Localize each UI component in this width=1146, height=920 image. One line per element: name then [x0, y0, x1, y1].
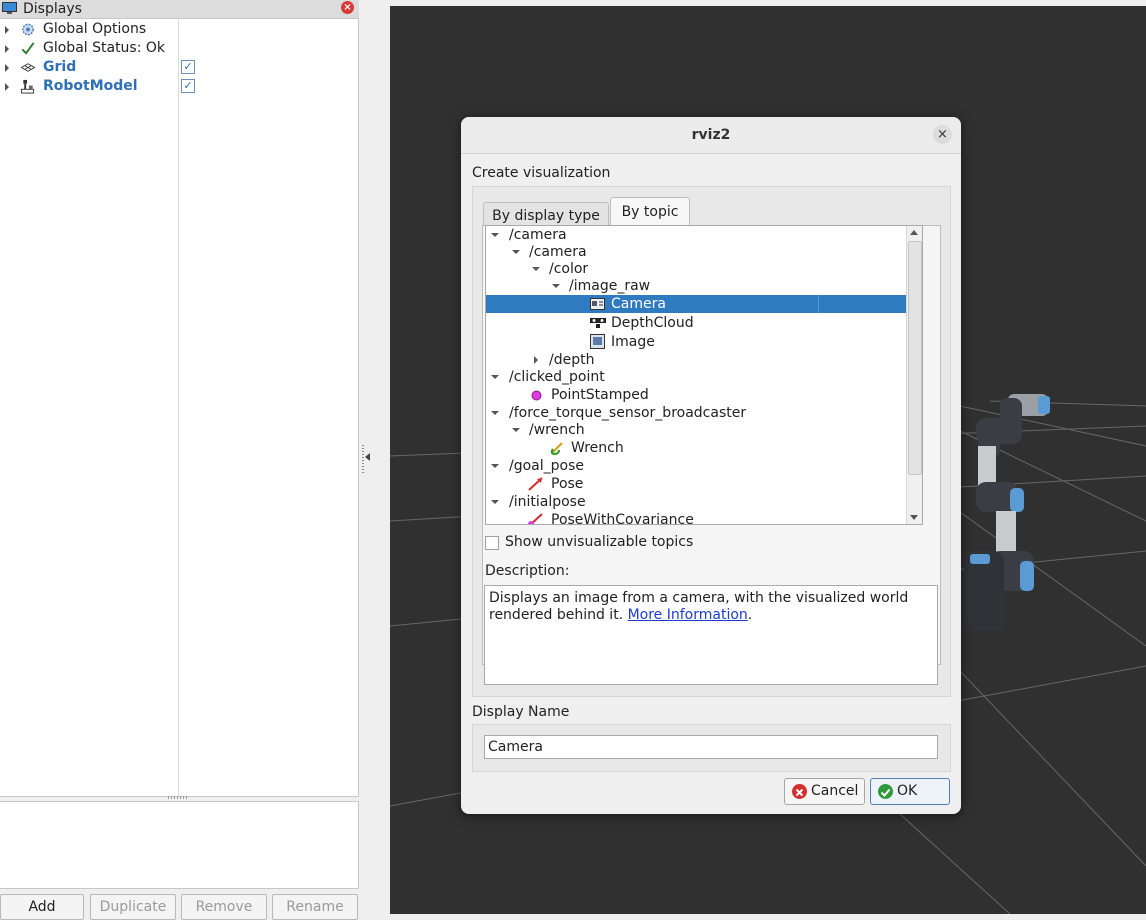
- topic-label: /force_torque_sensor_broadcaster: [509, 405, 747, 421]
- robotmodel-enabled-checkbox[interactable]: ✓: [181, 79, 195, 93]
- topic-tree[interactable]: /camera /camera /color /image_raw Camera: [485, 225, 923, 525]
- cancel-button[interactable]: Cancel: [784, 778, 865, 805]
- display-type-label: PointStamped: [551, 387, 649, 403]
- collapse-arrow-icon[interactable]: [365, 453, 370, 461]
- display-name-label: Display Name: [472, 704, 570, 720]
- splitter-handle[interactable]: [362, 445, 364, 473]
- ok-button[interactable]: OK: [870, 778, 950, 805]
- cancel-label: Cancel: [811, 783, 859, 799]
- pose-covariance-icon: [528, 513, 543, 524]
- display-name-input[interactable]: [484, 735, 938, 759]
- wrench-display-icon: [550, 442, 563, 455]
- expand-arrow-icon[interactable]: [5, 83, 9, 91]
- close-panel-icon[interactable]: ×: [341, 1, 354, 14]
- pointstamped-icon: [531, 390, 542, 401]
- displays-panel-header: Displays ×: [0, 0, 359, 19]
- topic-label: /camera: [509, 227, 567, 243]
- description-box: Displays an image from a camera, with th…: [484, 585, 938, 685]
- duplicate-button[interactable]: Duplicate: [90, 894, 176, 920]
- collapse-arrow-icon[interactable]: [491, 411, 499, 415]
- display-type-label: Camera: [611, 296, 666, 312]
- expand-arrow-icon[interactable]: [5, 45, 9, 53]
- remove-button[interactable]: Remove: [181, 894, 267, 920]
- tree-label: Global Status: Ok: [43, 40, 166, 56]
- tree-label: RobotModel: [43, 78, 138, 94]
- topic-label: /image_raw: [569, 278, 651, 294]
- display-type-label: PoseWithCovariance: [551, 512, 694, 525]
- expand-arrow-icon[interactable]: [5, 26, 9, 34]
- scroll-down-icon[interactable]: [910, 515, 918, 520]
- displays-tree: Global Options Global Status: Ok Grid ✓: [0, 19, 359, 797]
- monitor-icon: [2, 2, 17, 14]
- display-type-label: Image: [611, 334, 655, 350]
- dialog-title: rviz2: [691, 127, 731, 143]
- properties-area: [0, 801, 359, 889]
- checkmark-icon: [21, 42, 35, 55]
- create-visualization-dialog: rviz2 × Create visualization By display …: [461, 117, 961, 814]
- rename-button[interactable]: Rename: [272, 894, 358, 920]
- panel-splitter[interactable]: [168, 796, 188, 799]
- robot-model-icon: [20, 79, 35, 94]
- topic-label: /initialpose: [509, 494, 586, 510]
- topic-label: /wrench: [529, 422, 585, 438]
- cancel-icon: [792, 784, 807, 799]
- checkbox-box[interactable]: [485, 536, 499, 550]
- dialog-titlebar[interactable]: rviz2 ×: [461, 117, 961, 154]
- collapse-arrow-icon[interactable]: [512, 428, 520, 432]
- image-display-icon: [590, 334, 605, 349]
- display-type-label: DepthCloud: [611, 315, 694, 331]
- scroll-up-icon[interactable]: [910, 230, 918, 235]
- display-row-camera[interactable]: Camera: [486, 295, 816, 313]
- scroll-thumb[interactable]: [908, 241, 922, 475]
- tree-row-grid[interactable]: Grid ✓: [0, 58, 358, 77]
- expand-arrow-icon[interactable]: [5, 64, 9, 72]
- topic-label: /clicked_point: [509, 369, 605, 385]
- tree-row-global-options[interactable]: Global Options: [0, 20, 358, 39]
- display-type-label: Pose: [551, 476, 584, 492]
- topic-tree-scrollbar[interactable]: [906, 226, 922, 524]
- tree-label: Global Options: [43, 21, 147, 37]
- description-label: Description:: [485, 563, 570, 579]
- ok-label: OK: [897, 783, 918, 799]
- collapse-arrow-icon[interactable]: [491, 464, 499, 468]
- displays-panel: Displays × Global Options Global Status:…: [0, 0, 359, 920]
- depthcloud-icon: [590, 318, 606, 328]
- create-visualization-label: Create visualization: [472, 165, 611, 181]
- collapse-arrow-icon[interactable]: [552, 284, 560, 288]
- gear-icon: [22, 23, 34, 36]
- ok-check-icon: [878, 784, 893, 799]
- collapse-arrow-icon[interactable]: [491, 500, 499, 504]
- display-type-label: Wrench: [571, 440, 624, 456]
- topic-label: /goal_pose: [509, 458, 584, 474]
- collapse-arrow-icon[interactable]: [491, 233, 499, 237]
- collapse-arrow-icon[interactable]: [512, 250, 520, 254]
- show-unvisualizable-label: Show unvisualizable topics: [505, 534, 694, 550]
- topic-label: /camera: [529, 244, 587, 260]
- collapse-arrow-icon[interactable]: [491, 375, 499, 379]
- topic-label: /depth: [549, 352, 595, 368]
- expand-arrow-icon[interactable]: [534, 356, 538, 364]
- tree-row-global-status[interactable]: Global Status: Ok: [0, 39, 358, 58]
- robot-arm: [964, 394, 1050, 631]
- column-separator: [178, 19, 179, 796]
- more-information-link[interactable]: More Information: [628, 607, 748, 623]
- pose-arrow-icon: [528, 477, 543, 491]
- description-end: .: [747, 607, 753, 623]
- tree-label: Grid: [43, 59, 77, 75]
- add-button[interactable]: Add: [0, 894, 84, 920]
- camera-display-icon: [590, 298, 605, 310]
- topic-label: /color: [549, 261, 589, 277]
- close-icon[interactable]: ×: [933, 125, 952, 144]
- grid-enabled-checkbox[interactable]: ✓: [181, 60, 195, 74]
- tab-by-topic[interactable]: By topic: [610, 197, 690, 227]
- collapse-arrow-icon[interactable]: [532, 267, 540, 271]
- displays-panel-title: Displays: [23, 1, 82, 17]
- grid-icon: [20, 63, 36, 72]
- tree-row-robotmodel[interactable]: RobotModel ✓: [0, 77, 358, 96]
